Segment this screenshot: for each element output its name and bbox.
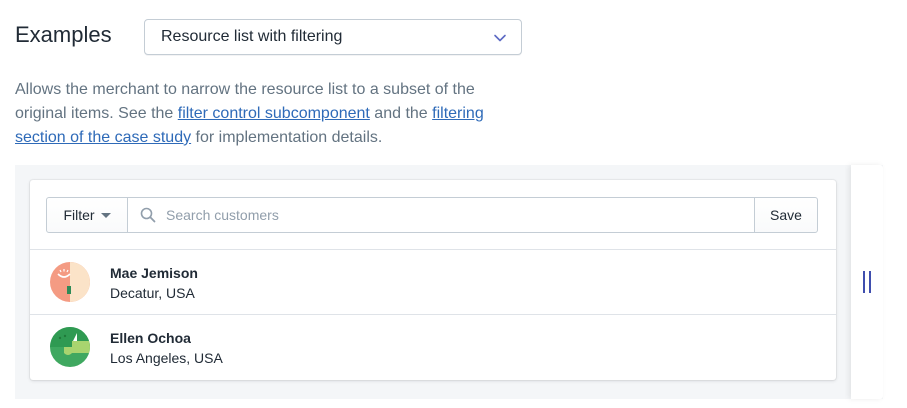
avatar [50, 327, 90, 367]
resize-panel [851, 165, 883, 399]
examples-heading: Examples [15, 22, 112, 47]
save-button[interactable]: Save [754, 197, 818, 233]
list-item[interactable]: Mae Jemison Decatur, USA [30, 250, 836, 314]
search-input[interactable] [164, 206, 754, 224]
example-select[interactable]: Resource list with filtering [144, 19, 522, 55]
filter-control-link[interactable]: filter control subcomponent [178, 105, 370, 122]
caret-down-icon [100, 213, 111, 218]
resource-list-card: Filter Save [30, 180, 836, 380]
customer-name: Mae Jemison [110, 265, 198, 281]
customer-location: Los Angeles, USA [110, 350, 223, 366]
avatar [50, 262, 90, 302]
filter-bar: Filter Save [46, 197, 818, 233]
example-select-value: Resource list with filtering [161, 28, 343, 45]
customer-name: Ellen Ochoa [110, 330, 191, 346]
resize-handle-icon[interactable] [863, 271, 873, 293]
filter-button[interactable]: Filter [46, 197, 128, 233]
example-description: Allows the merchant to narrow the resour… [15, 81, 484, 146]
example-frame: Filter Save [15, 165, 883, 399]
list-item[interactable]: Ellen Ochoa Los Angeles, USA [30, 315, 836, 379]
chevron-down-icon [494, 34, 506, 42]
search-field[interactable] [128, 197, 754, 233]
filter-button-label: Filter [63, 207, 95, 223]
customer-location: Decatur, USA [110, 285, 195, 301]
search-icon [140, 207, 156, 223]
